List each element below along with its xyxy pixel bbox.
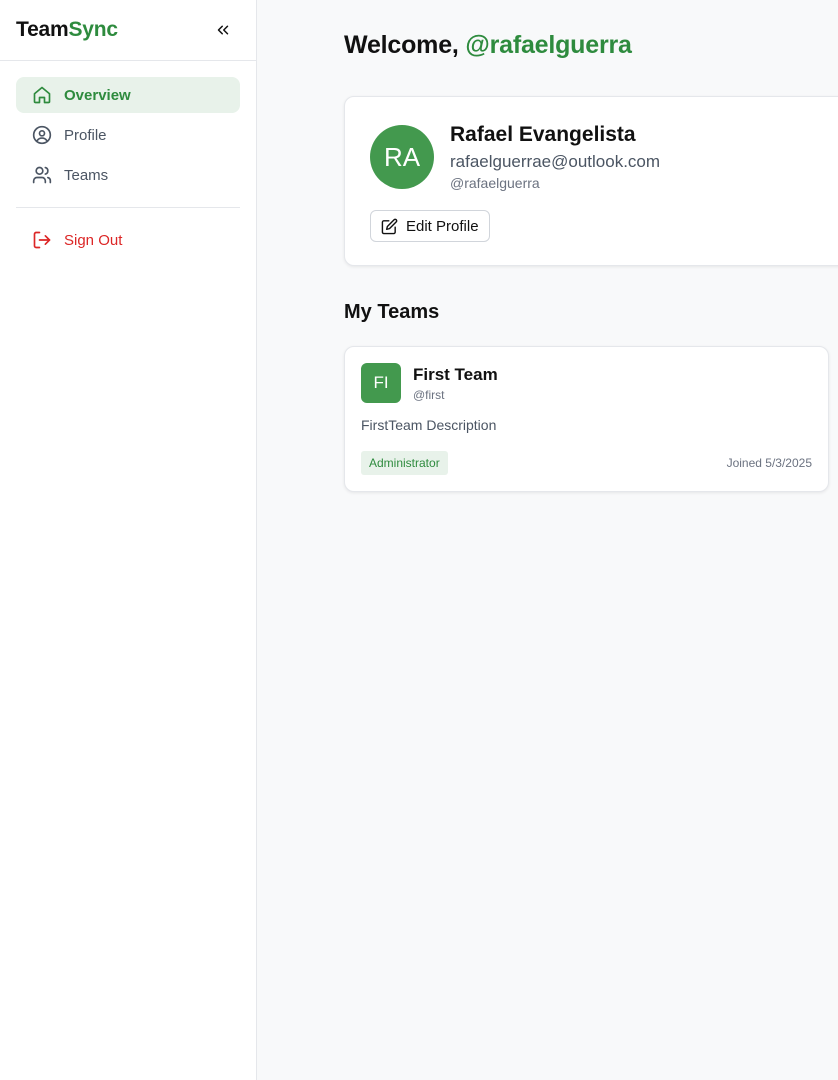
sign-out-button[interactable]: Sign Out [16,222,240,258]
collapse-sidebar-button[interactable] [212,19,234,41]
profile-card: RA Rafael Evangelista rafaelguerrae@outl… [344,96,838,266]
welcome-prefix: Welcome, [344,31,466,59]
logout-icon [32,230,52,250]
profile-username: @rafaelguerra [450,175,540,191]
profile-email: rafaelguerrae@outlook.com [450,152,661,171]
sidebar-nav: Overview Profile Teams Sign Out [0,61,256,258]
logo-text-sync: Sync [68,18,119,41]
edit-profile-label: Edit Profile [406,217,479,235]
page-title: Welcome, @rafaelguerra [344,31,632,60]
team-description: FirstTeam Description [361,417,497,433]
profile-name: Rafael Evangelista [450,123,636,146]
main-content: Welcome, @rafaelguerra RA Rafael Evangel… [257,0,838,1080]
chevrons-left-icon [217,25,229,35]
sidebar-item-teams[interactable]: Teams [16,157,240,193]
role-badge: Administrator [361,451,448,475]
users-icon [32,165,52,185]
team-avatar: FI [361,363,401,403]
app-logo[interactable]: TeamSync [16,18,118,42]
avatar: RA [370,125,434,189]
sidebar-item-profile[interactable]: Profile [16,117,240,153]
user-circle-icon [32,125,52,145]
team-name: First Team [413,365,498,384]
welcome-handle: @rafaelguerra [465,31,632,59]
joined-date: Joined 5/3/2025 [726,456,812,470]
edit-profile-button[interactable]: Edit Profile [370,210,490,242]
brand-header: TeamSync [0,0,256,61]
sidebar-item-overview[interactable]: Overview [16,77,240,113]
sidebar: TeamSync Overview Profile Teams Sign Out [0,0,257,1080]
sidebar-item-label: Overview [64,86,131,104]
nav-divider [16,207,240,208]
sidebar-item-label: Teams [64,166,109,184]
sidebar-item-label: Profile [64,126,107,144]
sign-out-label: Sign Out [64,231,123,249]
team-handle: @first [413,388,445,402]
home-icon [32,85,52,105]
my-teams-title: My Teams [344,301,440,323]
logo-text-team: Team [16,18,69,41]
team-card[interactable]: FI First Team @first FirstTeam Descripti… [344,346,829,492]
edit-icon [381,218,398,235]
